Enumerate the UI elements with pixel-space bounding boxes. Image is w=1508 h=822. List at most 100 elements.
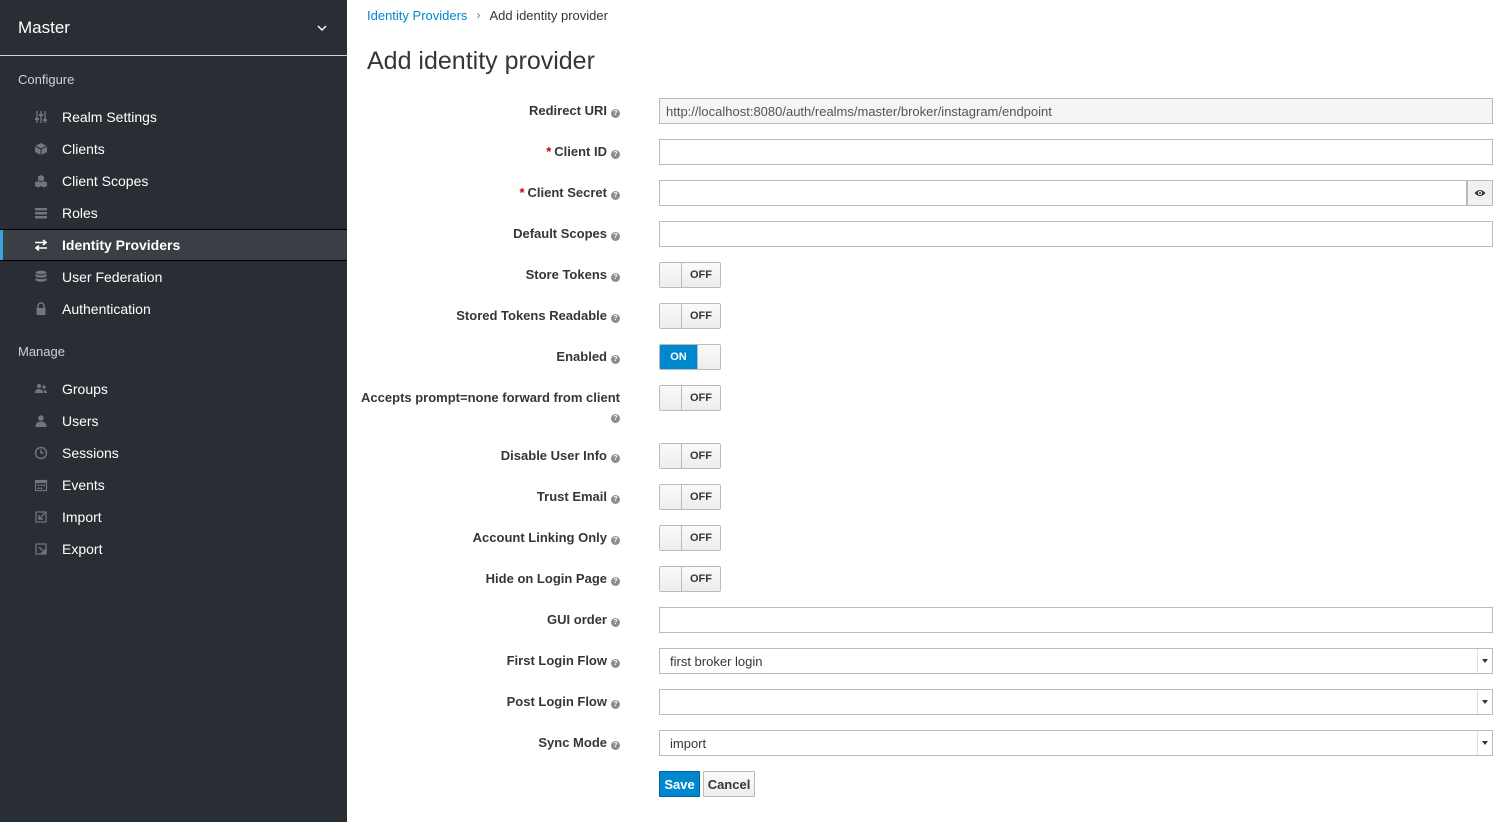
label-text: Redirect URI	[528, 103, 607, 118]
label-text: Accepts prompt=none forward from client	[361, 390, 620, 405]
sidebar-item-roles[interactable]: Roles	[0, 197, 347, 229]
account-linking-only-toggle[interactable]: OFF	[659, 525, 721, 551]
hide-on-login-page-toggle[interactable]: OFF	[659, 566, 721, 592]
help-icon[interactable]: ?	[611, 577, 620, 586]
accepts-prompt-toggle[interactable]: OFF	[659, 385, 721, 411]
toggle-state: OFF	[682, 567, 720, 591]
sync-mode-select[interactable]: import	[659, 730, 1493, 756]
sidebar-item-authentication[interactable]: Authentication	[0, 293, 347, 325]
account-linking-only-label: Account Linking Only?	[473, 529, 620, 547]
sidebar-item-groups[interactable]: Groups	[0, 373, 347, 405]
help-icon[interactable]: ?	[611, 273, 620, 282]
help-icon[interactable]: ?	[611, 191, 620, 200]
help-icon[interactable]: ?	[611, 314, 620, 323]
disable-user-info-toggle[interactable]: OFF	[659, 443, 721, 469]
clock-icon	[34, 446, 48, 460]
sidebar-item-label: Users	[62, 413, 99, 429]
sidebar-item-sessions[interactable]: Sessions	[0, 437, 347, 469]
toggle-state: OFF	[682, 386, 720, 410]
help-icon[interactable]: ?	[611, 495, 620, 504]
save-button[interactable]: Save	[659, 771, 700, 797]
label-text: Sync Mode	[538, 735, 607, 750]
post-login-flow-select[interactable]	[659, 689, 1493, 715]
sidebar-item-client-scopes[interactable]: Client Scopes	[0, 165, 347, 197]
calendar-icon	[34, 478, 48, 492]
help-icon[interactable]: ?	[611, 414, 620, 423]
sidebar-item-label: Realm Settings	[62, 109, 157, 125]
help-icon[interactable]: ?	[611, 659, 620, 668]
realm-selector[interactable]: Master	[0, 0, 347, 56]
main-content: Identity Providers › Add identity provid…	[347, 0, 1508, 822]
help-icon[interactable]: ?	[611, 741, 620, 750]
sidebar-item-label: Events	[62, 477, 105, 493]
import-icon	[34, 510, 48, 524]
help-icon[interactable]: ?	[611, 536, 620, 545]
accepts-prompt-label: Accepts prompt=none forward from client?	[361, 389, 620, 425]
toggle-knob	[660, 304, 682, 328]
sidebar-item-label: Groups	[62, 381, 108, 397]
user-icon	[34, 414, 48, 428]
disable-user-info-label: Disable User Info?	[501, 447, 620, 465]
sidebar-item-identity-providers[interactable]: Identity Providers	[0, 229, 347, 261]
select-value: first broker login	[670, 653, 763, 669]
hide-on-login-page-label: Hide on Login Page?	[486, 570, 620, 588]
page-title: Add identity provider	[367, 47, 595, 75]
exchange-icon	[34, 238, 48, 252]
sidebar-item-events[interactable]: Events	[0, 469, 347, 501]
users-group-icon	[34, 382, 48, 396]
sidebar-item-label: User Federation	[62, 269, 163, 285]
stored-tokens-readable-toggle[interactable]: OFF	[659, 303, 721, 329]
help-icon[interactable]: ?	[611, 700, 620, 709]
sidebar-item-realm-settings[interactable]: Realm Settings	[0, 101, 347, 133]
chevron-down-icon	[317, 24, 327, 31]
sidebar-item-label: Roles	[62, 205, 98, 221]
client-secret-input[interactable]	[659, 180, 1467, 206]
label-text: Client ID	[554, 144, 607, 159]
label-text: Trust Email	[536, 489, 607, 504]
store-tokens-toggle[interactable]: OFF	[659, 262, 721, 288]
dropdown-caret-icon	[1477, 649, 1492, 673]
toggle-state: ON	[660, 345, 697, 369]
help-icon[interactable]: ?	[611, 150, 620, 159]
breadcrumb-separator-icon: ›	[476, 8, 481, 22]
first-login-flow-label: First Login Flow?	[507, 652, 620, 670]
label-text: Disable User Info	[500, 448, 607, 463]
trust-email-toggle[interactable]: OFF	[659, 484, 721, 510]
redirect-uri-field[interactable]: http://localhost:8080/auth/realms/master…	[659, 98, 1493, 124]
label-text: Store Tokens	[525, 267, 607, 282]
label-text: Enabled	[556, 349, 607, 364]
sidebar: Master Configure Realm Settings Clients …	[0, 0, 347, 822]
breadcrumb-link-identity-providers[interactable]: Identity Providers	[367, 8, 467, 23]
gui-order-label: GUI order?	[547, 611, 620, 629]
lock-icon	[34, 302, 48, 316]
client-id-input[interactable]	[659, 139, 1493, 165]
store-tokens-label: Store Tokens?	[526, 266, 620, 284]
enabled-toggle[interactable]: ON	[659, 344, 721, 370]
toggle-knob	[660, 444, 682, 468]
cancel-button[interactable]: Cancel	[703, 771, 755, 797]
toggle-state: OFF	[682, 485, 720, 509]
help-icon[interactable]: ?	[611, 355, 620, 364]
default-scopes-input[interactable]	[659, 221, 1493, 247]
required-marker: *	[519, 185, 525, 200]
toggle-knob	[660, 386, 682, 410]
sidebar-item-users[interactable]: Users	[0, 405, 347, 437]
sidebar-item-user-federation[interactable]: User Federation	[0, 261, 347, 293]
toggle-knob	[660, 567, 682, 591]
show-secret-button[interactable]	[1467, 180, 1493, 206]
label-text: GUI order	[547, 612, 607, 627]
sidebar-item-clients[interactable]: Clients	[0, 133, 347, 165]
help-icon[interactable]: ?	[611, 454, 620, 463]
help-icon[interactable]: ?	[611, 109, 620, 118]
sync-mode-label: Sync Mode?	[538, 734, 620, 752]
help-icon[interactable]: ?	[611, 618, 620, 627]
toggle-state: OFF	[682, 526, 720, 550]
gui-order-input[interactable]	[659, 607, 1493, 633]
first-login-flow-select[interactable]: first broker login	[659, 648, 1493, 674]
sidebar-item-export[interactable]: Export	[0, 533, 347, 565]
label-text: Default Scopes	[513, 226, 607, 241]
sidebar-item-label: Export	[62, 541, 103, 557]
sidebar-item-import[interactable]: Import	[0, 501, 347, 533]
dropdown-caret-icon	[1477, 690, 1492, 714]
help-icon[interactable]: ?	[611, 232, 620, 241]
